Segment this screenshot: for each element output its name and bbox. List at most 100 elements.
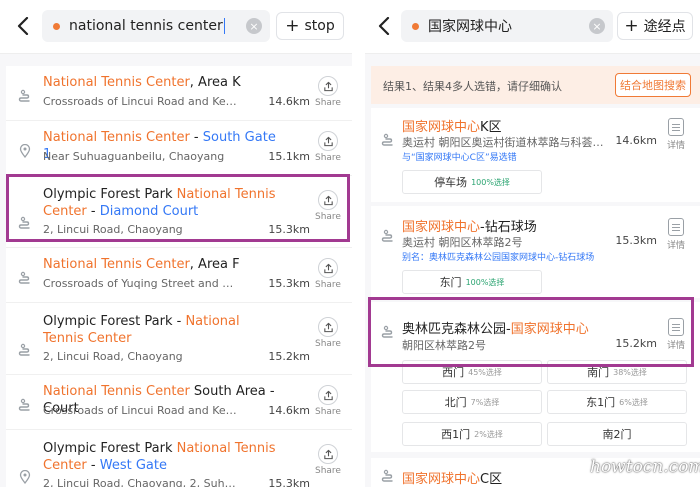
result-distance: 14.6km — [268, 95, 310, 108]
title-highlight: National Tennis Center — [43, 130, 190, 145]
route-icon — [18, 397, 32, 411]
result-row[interactable]: National Tennis Center, Area F Crossroads… — [6, 248, 352, 303]
title-text: C区 — [480, 472, 503, 487]
add-waypoint-button[interactable]: + 途经点 — [617, 12, 693, 40]
route-icon — [381, 468, 395, 482]
title-highlight: West Gate — [99, 458, 167, 473]
document-icon — [668, 318, 684, 336]
detail-button[interactable]: 详情 — [659, 218, 693, 251]
result-distance: 15.2km — [615, 337, 657, 350]
notice-text: 结果1、结果4多人选错，请仔细确认 — [383, 80, 562, 93]
route-icon — [18, 342, 32, 356]
result-row[interactable]: Olympic Forest Park National Tennis Cent… — [6, 430, 352, 487]
result-title: National Tennis Center, Area K — [43, 74, 283, 91]
destination-dot-icon — [412, 22, 419, 30]
share-icon — [318, 444, 338, 464]
share-button[interactable]: Share — [310, 444, 346, 476]
left-search-screen: national tennis center × + stop National… — [0, 0, 352, 487]
error-notice-banner: 结果1、结果4多人选错，请仔细确认 结合地图搜索 — [371, 66, 700, 104]
right-search-screen: 国家网球中心 × + 途经点 结果1、结果4多人选错，请仔细确认 结合地图搜索 … — [365, 0, 700, 487]
result-card[interactable]: 奥林匹克森林公园-国家网球中心 朝阳区林萃路2号 15.2km 详情 西门 45%… — [371, 302, 700, 452]
entrance-chip[interactable]: 西门 45%选择 — [402, 360, 542, 384]
plus-icon: + — [285, 15, 300, 36]
result-card[interactable]: 国家网球中心K区 奥运村 朝阳区奥运村街道林萃路与科荟路... 与“国家网球中心… — [371, 108, 700, 202]
left-results-list: National Tennis Center, Area K Crossroads… — [6, 66, 352, 487]
result-card[interactable]: 国家网球中心-钻石球场 奥运村 朝阳区林萃路2号 别名：奥林匹克森林公园国家网球… — [371, 206, 700, 298]
result-distance: 15.3km — [268, 223, 310, 236]
result-row[interactable]: National Tennis Center South Area - Cour… — [6, 375, 352, 430]
chip-percent: 100%选择 — [465, 277, 505, 287]
share-label: Share — [315, 212, 341, 222]
share-button[interactable]: Share — [310, 385, 346, 417]
title-text: , Area F — [189, 257, 240, 272]
entrance-chip[interactable]: 停车场 100%选择 — [402, 170, 542, 194]
back-arrow-icon[interactable] — [373, 14, 395, 38]
clear-search-icon[interactable]: × — [246, 18, 262, 34]
result-title: 奥林匹克森林公园-国家网球中心 — [402, 318, 589, 337]
entrance-chip[interactable]: 东1门 6%选择 — [547, 390, 687, 414]
result-address: Crossroads of Lincui Road and Kehui Ro..… — [43, 95, 238, 108]
result-row[interactable]: Olympic Forest Park - National Tennis Ce… — [6, 303, 352, 375]
chip-percent: 6%选择 — [619, 397, 648, 407]
title-text: , Area K — [189, 75, 241, 90]
document-icon — [668, 118, 684, 136]
result-alias: 别名：奥林匹克森林公园国家网球中心-钻石球场 — [402, 253, 595, 263]
chip-label: 西1门 — [441, 428, 471, 441]
share-button[interactable]: Share — [310, 131, 346, 163]
share-icon — [318, 76, 338, 96]
detail-button[interactable]: 详情 — [659, 118, 693, 151]
chip-label: 停车场 — [434, 176, 468, 189]
result-row[interactable]: Olympic Forest Park National Tennis Cent… — [6, 176, 352, 248]
route-icon — [18, 215, 32, 229]
title-text: - — [189, 130, 203, 145]
share-button[interactable]: Share — [310, 317, 346, 349]
chip-label: 西门 — [442, 366, 465, 379]
back-arrow-icon[interactable] — [12, 14, 34, 38]
left-search-query: national tennis center — [69, 18, 223, 34]
add-stop-button[interactable]: + stop — [276, 12, 344, 40]
title-highlight: 国家网球中心 — [402, 120, 481, 135]
result-row[interactable]: National Tennis Center - South Gate 1 Nea… — [6, 121, 352, 176]
result-address: Crossroads of Lincui Road and Kehui Ro..… — [43, 404, 238, 417]
left-search-input[interactable]: national tennis center × — [42, 10, 270, 42]
clear-search-icon[interactable]: × — [589, 18, 605, 34]
title-text: Olympic Forest Park - — [43, 314, 186, 329]
result-distance: 15.3km — [615, 234, 657, 247]
detail-label: 详情 — [666, 241, 685, 251]
entrance-chip[interactable]: 南门 38%选择 — [547, 360, 687, 384]
title-highlight: National Tennis Center — [43, 257, 190, 272]
chip-label: 东1门 — [586, 396, 616, 409]
right-search-input[interactable]: 国家网球中心 × — [401, 10, 613, 42]
text-caret — [223, 18, 225, 34]
entrance-chip[interactable]: 北门 7%选择 — [402, 390, 542, 414]
detail-button[interactable]: 详情 — [659, 318, 693, 351]
chip-percent: 7%选择 — [470, 397, 500, 407]
entrance-chip[interactable]: 南2门 — [547, 422, 687, 446]
share-icon — [318, 258, 338, 278]
destination-dot-icon — [53, 22, 60, 30]
result-title: National Tennis Center, Area F — [43, 256, 283, 273]
entrance-chip[interactable]: 西1门 2%选择 — [402, 422, 542, 446]
add-stop-label: stop — [304, 18, 335, 34]
chip-percent: 2%选择 — [474, 429, 503, 439]
share-button[interactable]: Share — [310, 190, 346, 222]
right-search-query: 国家网球中心 — [428, 19, 512, 35]
title-text: Olympic Forest Park — [43, 441, 177, 456]
chip-percent: 38%选择 — [613, 367, 647, 377]
result-title: 国家网球中心C区 — [402, 468, 502, 487]
title-highlight: 国家网球中心 — [402, 472, 481, 487]
route-icon — [381, 228, 395, 242]
share-label: Share — [315, 153, 341, 163]
chip-percent: 100%选择 — [471, 177, 510, 187]
share-button[interactable]: Share — [310, 258, 346, 290]
map-search-button[interactable]: 结合地图搜索 — [615, 73, 691, 97]
result-address: 奥运村 朝阳区林萃路2号 — [402, 236, 523, 249]
title-highlight: 国家网球中心 — [402, 220, 481, 235]
share-button[interactable]: Share — [310, 76, 346, 108]
right-top-bar: 国家网球中心 × + 途经点 — [365, 0, 700, 54]
plus-icon: + — [624, 15, 639, 36]
result-row[interactable]: National Tennis Center, Area K Crossroads… — [6, 66, 352, 121]
title-text: - — [86, 458, 100, 473]
entrance-chip[interactable]: 东门 100%选择 — [402, 270, 542, 294]
title-highlight: National Tennis Center — [43, 75, 190, 90]
